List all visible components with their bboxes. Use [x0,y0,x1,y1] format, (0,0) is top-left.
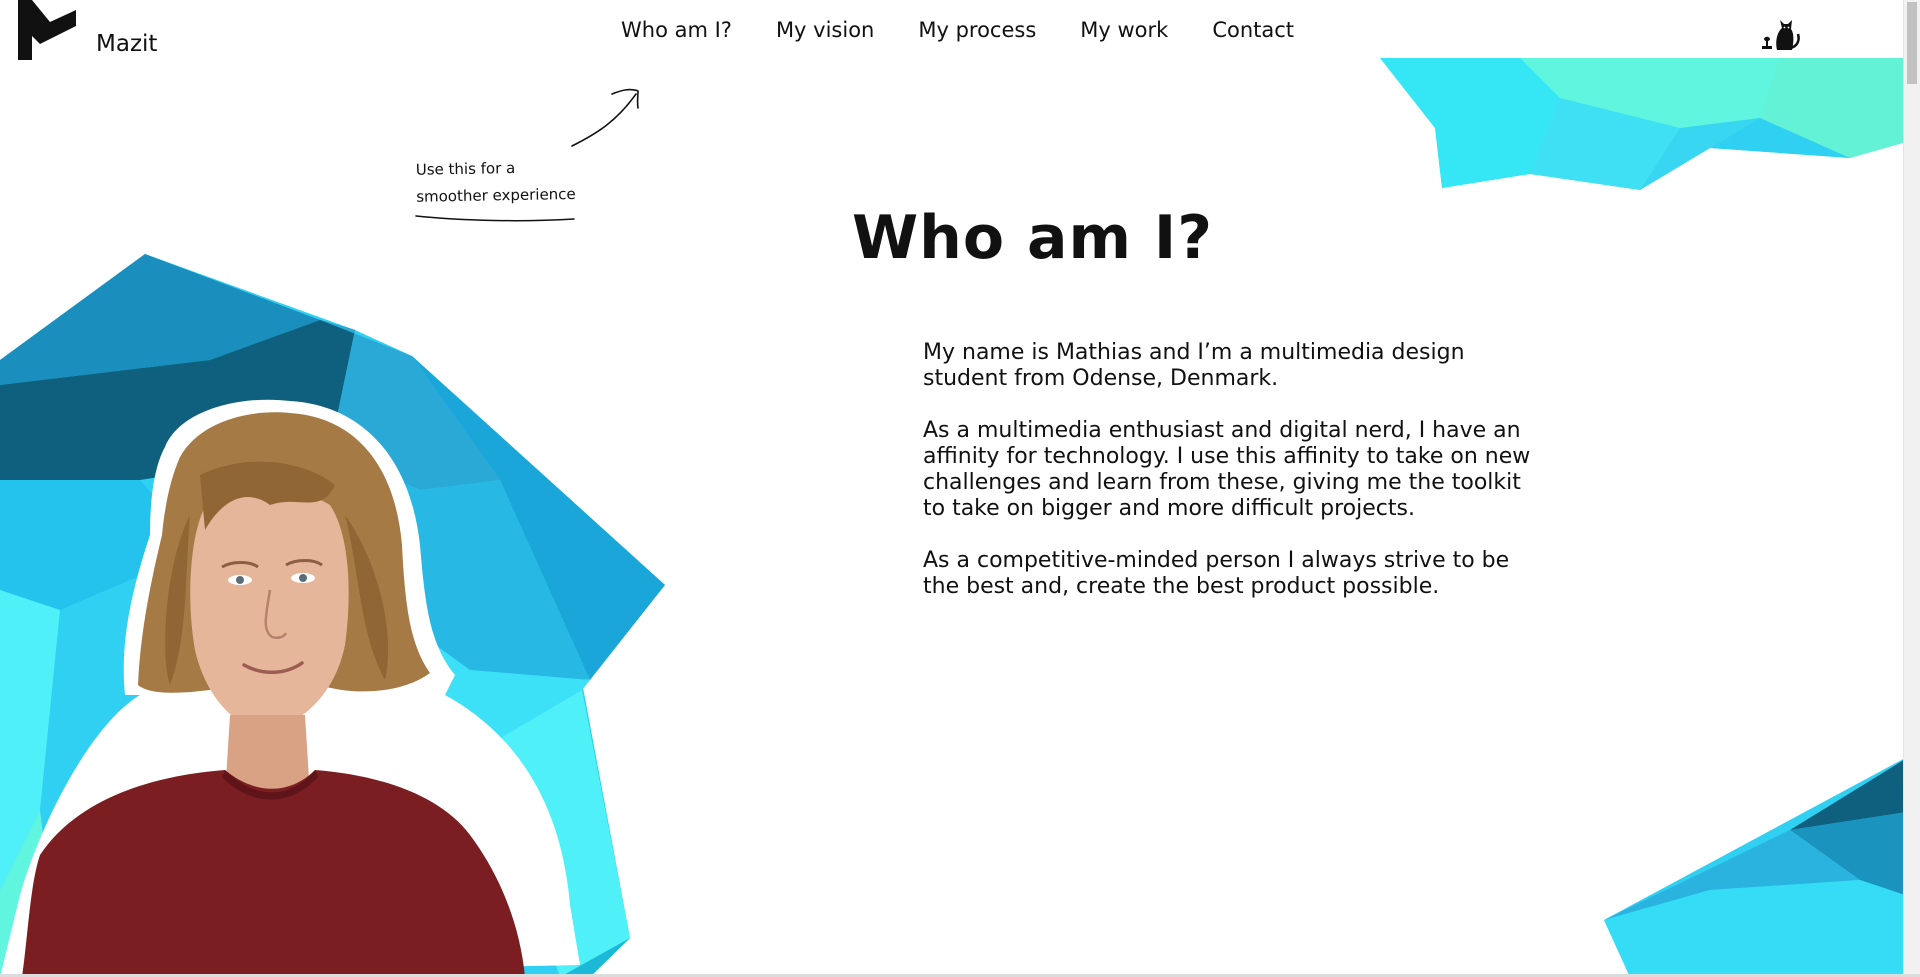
hint-underline [415,215,575,222]
hint-line-2: smoother experience [416,184,576,206]
hint-line-1: Use this for a [415,159,516,179]
decorative-polygons-top-right [1380,58,1920,190]
nav-item-my-process[interactable]: My process [918,14,1036,48]
decorative-polygons-bottom-right [1604,750,1920,977]
vertical-scrollbar[interactable] [1903,0,1920,977]
scrollbar-thumb[interactable] [1907,2,1917,84]
brand-name[interactable]: Mazit [96,30,157,58]
nav-item-contact[interactable]: Contact [1212,14,1294,48]
bio-text: My name is Mathias and I’m a multimedia … [923,340,1543,626]
bio-paragraph-2: As a multimedia enthusiast and digital n… [923,418,1531,521]
nav-item-who-am-i[interactable]: Who am I? [621,14,732,48]
page-title: Who am I? [852,203,1214,273]
cat-lamp-icon[interactable] [1755,8,1803,52]
nav-item-my-vision[interactable]: My vision [776,14,874,48]
main-nav: Who am I? My vision My process My work C… [600,14,1360,48]
mazit-m-logo-icon[interactable] [18,0,76,60]
page: Mazit Who am I? My vision My process My … [0,0,1920,977]
portrait-image [0,399,580,977]
nav-item-my-work[interactable]: My work [1080,14,1168,48]
bio-paragraph-3: As a competitive-minded person I always … [923,548,1510,599]
bio-paragraph-1: My name is Mathias and I’m a multimedia … [923,340,1465,391]
hand-drawn-arrow-icon [571,88,639,147]
smoother-experience-hint: Use this for a smoother experience [416,153,617,210]
